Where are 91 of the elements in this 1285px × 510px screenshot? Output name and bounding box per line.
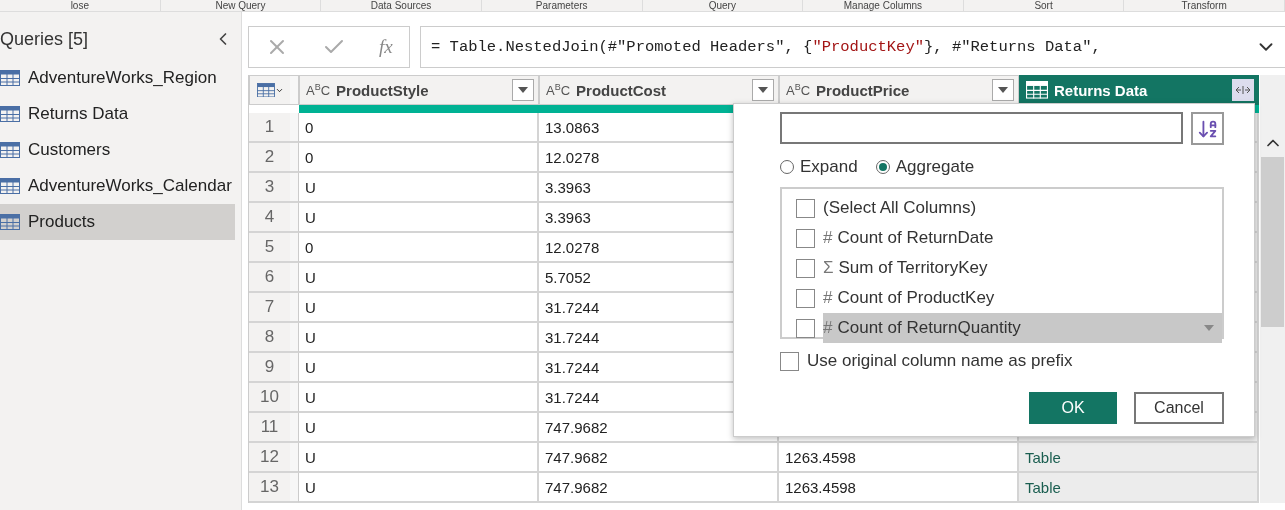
ribbon-group-label: New Query xyxy=(160,0,322,11)
search-field[interactable] xyxy=(780,112,1183,144)
checkbox[interactable] xyxy=(796,228,815,248)
text-type-icon: A$^{B}$C xyxy=(546,81,571,99)
row-number: 11 xyxy=(249,413,299,443)
query-item[interactable]: Customers xyxy=(0,132,235,168)
checkbox[interactable] xyxy=(796,258,815,278)
fx-button[interactable]: fx xyxy=(378,36,393,58)
table-cell: U xyxy=(299,293,539,323)
row-number: 4 xyxy=(249,203,299,233)
row-number: 8 xyxy=(249,323,299,353)
expand-columns-button[interactable] xyxy=(1232,79,1254,101)
column-header[interactable]: A$^{B}$C ProductStyle xyxy=(299,75,539,105)
table-cell: Table xyxy=(1019,443,1259,473)
table-cell: U xyxy=(299,323,539,353)
column-header[interactable]: A$^{B}$C ProductCost xyxy=(539,75,779,105)
table-menu-button[interactable] xyxy=(249,75,299,105)
column-option[interactable]: # Count of ReturnQuantity xyxy=(823,313,1222,343)
caret-icon xyxy=(758,87,768,93)
checkbox[interactable] xyxy=(796,198,815,218)
table-cell: U xyxy=(299,443,539,473)
caret-icon xyxy=(998,87,1008,93)
filter-dropdown-button[interactable] xyxy=(512,79,534,101)
query-item[interactable]: Products xyxy=(0,204,235,240)
expand-arrows-icon xyxy=(1235,84,1251,96)
text-type-icon: A$^{B}$C xyxy=(306,81,331,99)
table-cell: 0 xyxy=(299,143,539,173)
table-icon xyxy=(1026,81,1048,99)
ribbon-group-label: Transform xyxy=(1124,0,1285,11)
column-option[interactable]: Σ Sum of TerritoryKey xyxy=(823,253,1222,283)
table-cell: U xyxy=(299,203,539,233)
formula-field[interactable]: = Table.NestedJoin(#"Promoted Headers", {"ProductKey"}, #"Returns Data", xyxy=(420,26,1285,68)
table-cell: U xyxy=(299,263,539,293)
column-header[interactable]: A$^{B}$C ProductPrice xyxy=(779,75,1019,105)
checkbox[interactable] xyxy=(796,288,815,308)
table-icon xyxy=(0,70,20,86)
text-type-icon: A$^{B}$C xyxy=(786,81,811,99)
table-icon xyxy=(0,178,20,194)
row-number: 2 xyxy=(249,143,299,173)
table-cell: U xyxy=(299,473,539,503)
filter-dropdown-button[interactable] xyxy=(992,79,1014,101)
dropdown-caret-icon xyxy=(1204,325,1214,331)
row-number: 9 xyxy=(249,353,299,383)
filter-dropdown-button[interactable] xyxy=(752,79,774,101)
radio-option[interactable]: Aggregate xyxy=(875,157,975,177)
row-number: 10 xyxy=(249,383,299,413)
cancel-button[interactable]: Cancel xyxy=(1134,392,1224,424)
row-number: 7 xyxy=(249,293,299,323)
table-cell: 1263.4598 xyxy=(779,473,1019,503)
scrollbar-thumb[interactable] xyxy=(1261,157,1284,327)
query-item[interactable]: AdventureWorks_Region xyxy=(0,60,235,96)
ok-button[interactable]: OK xyxy=(1029,392,1117,424)
column-option[interactable]: # Count of ReturnDate xyxy=(823,223,1222,253)
table-cell: U xyxy=(299,383,539,413)
table-cell: U xyxy=(299,413,539,443)
row-number: 1 xyxy=(249,113,299,143)
column-option[interactable]: (Select All Columns) xyxy=(823,193,1222,223)
row-number: 5 xyxy=(249,233,299,263)
table-cell: 747.9682 xyxy=(539,473,779,503)
queries-title: Queries [5] xyxy=(0,28,89,50)
scrollbar[interactable] xyxy=(1260,75,1285,503)
checkbox[interactable] xyxy=(796,318,815,338)
table-icon xyxy=(256,82,275,98)
row-number: 12 xyxy=(249,443,299,473)
query-item[interactable]: Returns Data xyxy=(0,96,235,132)
ribbon-group-label: lose xyxy=(0,0,161,11)
table-cell: Table xyxy=(1019,473,1259,503)
ribbon-group-label: Sort xyxy=(963,0,1125,11)
column-header[interactable]: Returns Data xyxy=(1019,75,1259,105)
table-icon xyxy=(0,142,20,158)
table-cell: 0 xyxy=(299,233,539,263)
column-option[interactable]: # Count of ProductKey xyxy=(823,283,1222,313)
row-number: 13 xyxy=(249,473,299,503)
table-cell: U xyxy=(299,353,539,383)
table-cell: 1263.4598 xyxy=(779,443,1019,473)
row-number: 3 xyxy=(249,173,299,203)
table-cell: 747.9682 xyxy=(539,443,779,473)
table-cell: 0 xyxy=(299,113,539,143)
ribbon-group-label: Parameters xyxy=(481,0,643,11)
table-icon xyxy=(0,214,20,230)
ribbon-group-label: Query xyxy=(642,0,804,11)
row-number: 6 xyxy=(249,263,299,293)
table-cell: U xyxy=(299,173,539,203)
table-icon xyxy=(0,106,20,122)
ribbon-group-label: Manage Columns xyxy=(803,0,964,11)
sort-button[interactable] xyxy=(1191,112,1224,145)
prefix-checkbox[interactable]: Use original column name as prefix xyxy=(780,351,1224,371)
ribbon-group-label: Data Sources xyxy=(321,0,482,11)
query-item[interactable]: AdventureWorks_Calendar xyxy=(0,168,235,204)
radio-option[interactable]: Expand xyxy=(780,157,858,177)
caret-icon xyxy=(518,87,528,93)
